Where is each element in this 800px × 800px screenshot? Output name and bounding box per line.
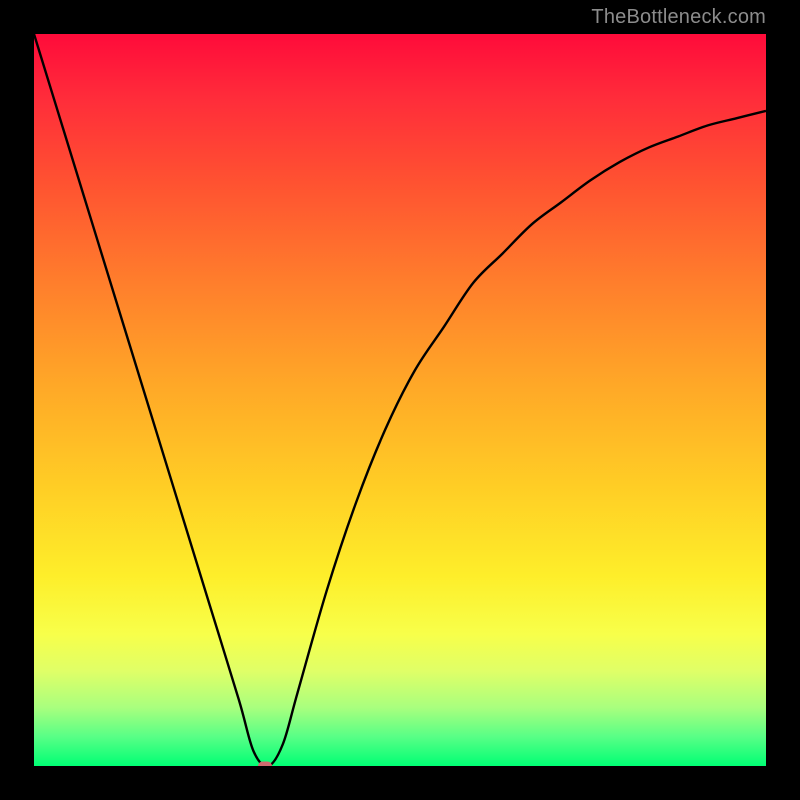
optimal-point-marker bbox=[258, 762, 272, 767]
curve-path bbox=[34, 34, 766, 766]
chart-frame: TheBottleneck.com bbox=[0, 0, 800, 800]
bottleneck-curve bbox=[34, 34, 766, 766]
watermark-text: TheBottleneck.com bbox=[591, 6, 766, 29]
plot-area bbox=[34, 34, 766, 766]
